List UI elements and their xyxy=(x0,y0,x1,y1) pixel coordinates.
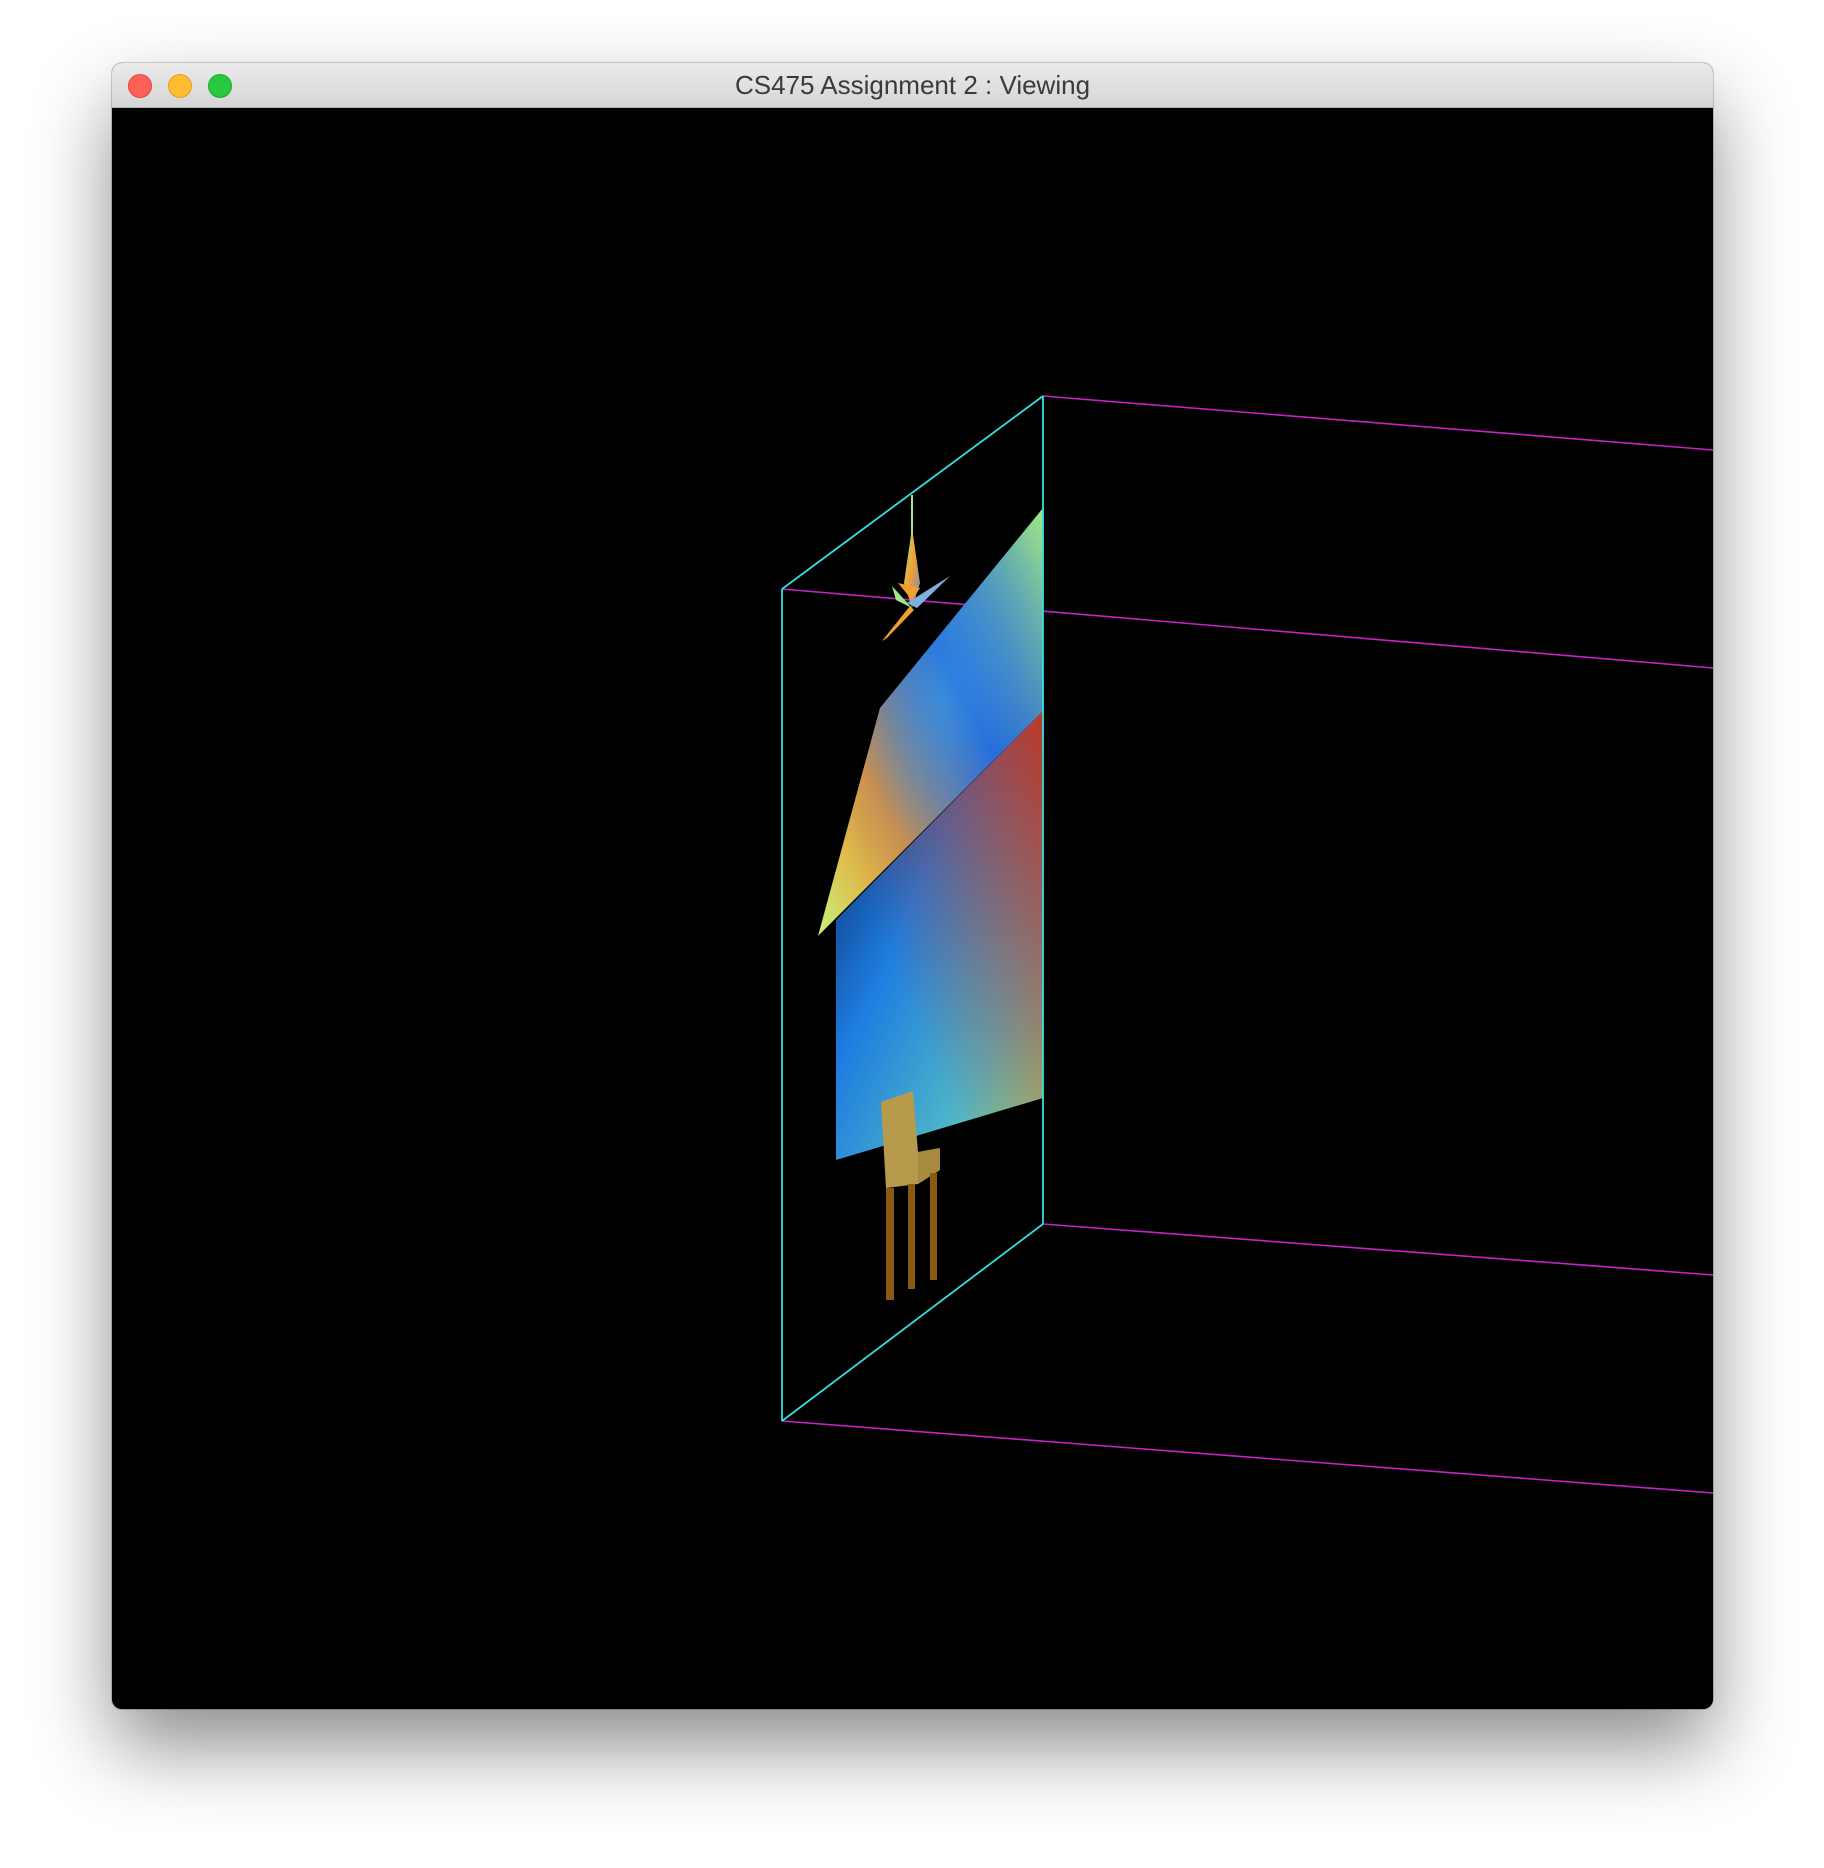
opengl-viewport[interactable] xyxy=(112,108,1713,1709)
app-window: CS475 Assignment 2 : Viewing xyxy=(112,63,1713,1709)
wall-panel xyxy=(818,508,1043,1160)
scene-canvas xyxy=(781,395,1713,1494)
hanging-lamp xyxy=(882,495,950,641)
title-bar[interactable]: CS475 Assignment 2 : Viewing xyxy=(112,63,1713,108)
window-title: CS475 Assignment 2 : Viewing xyxy=(734,70,1091,100)
